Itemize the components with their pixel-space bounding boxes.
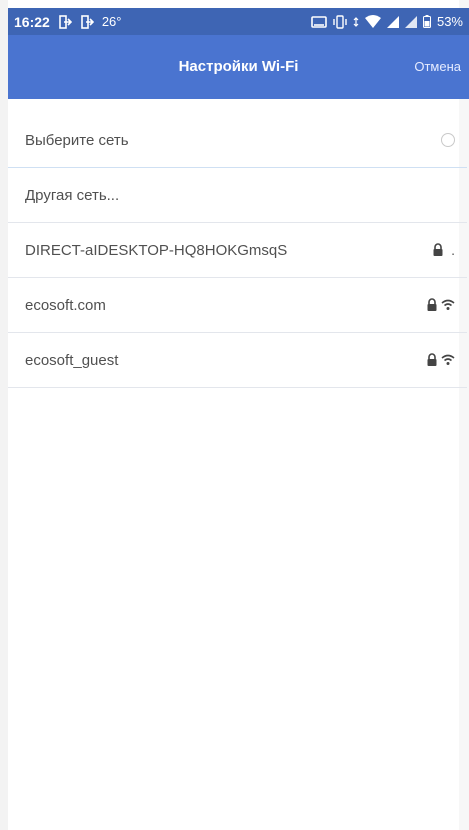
wifi-icon [441,298,455,312]
vibrate-icon [333,14,347,29]
left-edge [0,0,8,830]
lock-icon [425,298,439,312]
radio-button[interactable] [441,133,455,147]
network-ssid: ecosoft_guest [25,351,119,369]
lock-icon [431,243,445,257]
other-network-row[interactable]: Другая сеть... [8,168,467,223]
network-item[interactable]: ecosoft.com [8,278,467,333]
cell-signal-icon [404,15,417,28]
select-network-row[interactable]: Выберите сеть [8,113,467,168]
network-item[interactable]: DIRECT-aIDESKTOP-HQ8HOKGmsqS . [8,223,467,278]
app-header: Настройки Wi-Fi Отмена [8,35,469,99]
lock-icon [425,353,439,367]
battery-percent: 53% [436,14,463,29]
status-icons: 53% [311,14,463,29]
other-network-label: Другая сеть... [25,186,120,204]
battery-icon [422,15,431,28]
network-ssid: ecosoft.com [25,296,106,314]
wifi-signal-icon [364,15,381,28]
select-network-label: Выберите сеть [25,131,129,149]
cancel-button[interactable]: Отмена [414,35,461,99]
status-time: 16:22 [14,13,50,30]
weak-signal-icon: . [451,242,455,258]
wifi-icon [441,353,455,367]
page-title: Настройки Wi-Fi [178,58,299,75]
cast-icon [311,15,327,28]
network-list: Выберите сеть Другая сеть... DIRECT-aIDE… [8,113,467,388]
sim-swap-icon [58,14,72,29]
network-item[interactable]: ecosoft_guest [8,333,467,388]
status-temperature: 26° [101,14,122,29]
cell-signal-icon [386,15,399,28]
network-ssid: DIRECT-aIDESKTOP-HQ8HOKGmsqS [25,241,288,259]
sim-swap-icon [80,14,94,29]
status-bar: 16:22 26° 53% [8,8,469,35]
wifi-settings-screen: 16:22 26° 53% Настройки Wi-Fi Отмена Выб… [0,0,469,830]
data-icon [353,16,359,28]
